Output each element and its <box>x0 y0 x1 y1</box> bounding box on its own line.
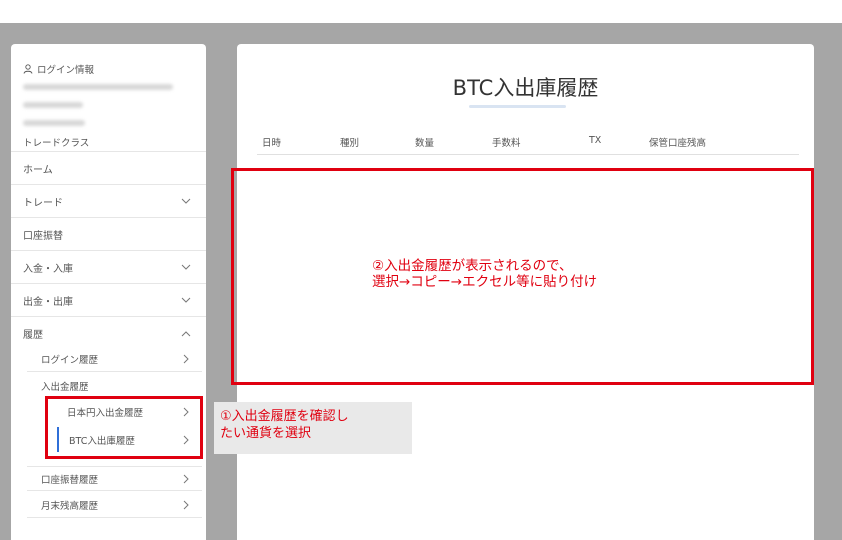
sidebar-item-login-history[interactable]: ログイン履歴 <box>27 347 202 372</box>
title-underline <box>469 105 566 108</box>
blurred-email <box>23 84 173 90</box>
chevron-right-icon <box>183 500 189 510</box>
sidebar-item-transfer[interactable]: 口座振替 <box>11 218 206 251</box>
sidebar-item-label: 月末残高履歴 <box>41 501 99 512</box>
sidebar-item-transfer-history[interactable]: 口座振替履歴 <box>27 466 202 491</box>
sidebar-item-trade[interactable]: トレード <box>11 185 206 218</box>
sidebar-item-label: ログイン履歴 <box>41 355 99 366</box>
column-header-quantity: 数量 <box>415 138 435 149</box>
sidebar-item-label: 入出金履歴 <box>41 381 89 393</box>
login-info-label: ログイン情報 <box>37 65 95 76</box>
blurred-id <box>23 102 83 108</box>
sidebar: ログイン情報 トレードクラス ホーム トレード 口座振替 入金・入庫 出金・出庫… <box>11 44 206 540</box>
chevron-down-icon <box>181 198 191 204</box>
sidebar-item-label: 出金・出庫 <box>23 296 73 308</box>
column-header-datetime: 日時 <box>262 138 282 149</box>
chevron-up-icon <box>181 330 191 336</box>
table-header-divider <box>257 154 799 155</box>
sidebar-item-history[interactable]: 履歴 <box>11 317 206 350</box>
user-icon <box>23 64 33 74</box>
sidebar-item-label: 口座振替履歴 <box>41 474 99 486</box>
sidebar-item-label: 入金・入庫 <box>23 263 73 275</box>
sidebar-item-home[interactable]: ホーム <box>11 152 206 185</box>
login-info[interactable]: ログイン情報 <box>23 62 94 76</box>
sidebar-item-deposit-history[interactable]: 入出金履歴 <box>27 373 202 398</box>
sidebar-item-label: 口座振替 <box>23 230 63 242</box>
column-header-tx: TX <box>589 135 602 146</box>
currency-select-highlight-box <box>45 396 203 459</box>
sidebar-item-label: トレード <box>23 197 63 209</box>
column-header-type: 種別 <box>340 138 360 149</box>
sidebar-item-monthly-balance[interactable]: 月末残高履歴 <box>27 493 202 518</box>
annotation-step1: ①入出金履歴を確認し たい通貨を選択 <box>214 402 412 454</box>
chevron-down-icon <box>181 264 191 270</box>
chevron-down-icon <box>181 297 191 303</box>
trade-class-label: トレードクラス <box>23 138 90 149</box>
sidebar-item-label: ホーム <box>23 164 53 176</box>
column-header-balance: 保管口座残高 <box>649 138 707 149</box>
chevron-right-icon <box>183 354 189 364</box>
annotation-step2: ②入出金履歴が表示されるので、 選択→コピー→エクセル等に貼り付け <box>372 258 598 290</box>
sidebar-item-deposit[interactable]: 入金・入庫 <box>11 251 206 284</box>
sidebar-item-label: 履歴 <box>23 330 43 341</box>
sidebar-item-withdrawal[interactable]: 出金・出庫 <box>11 284 206 317</box>
blurred-name <box>23 120 85 126</box>
column-header-fee: 手数料 <box>492 138 521 149</box>
page-title: BTC入出庫履歴 <box>452 76 599 100</box>
chevron-right-icon <box>183 474 189 483</box>
